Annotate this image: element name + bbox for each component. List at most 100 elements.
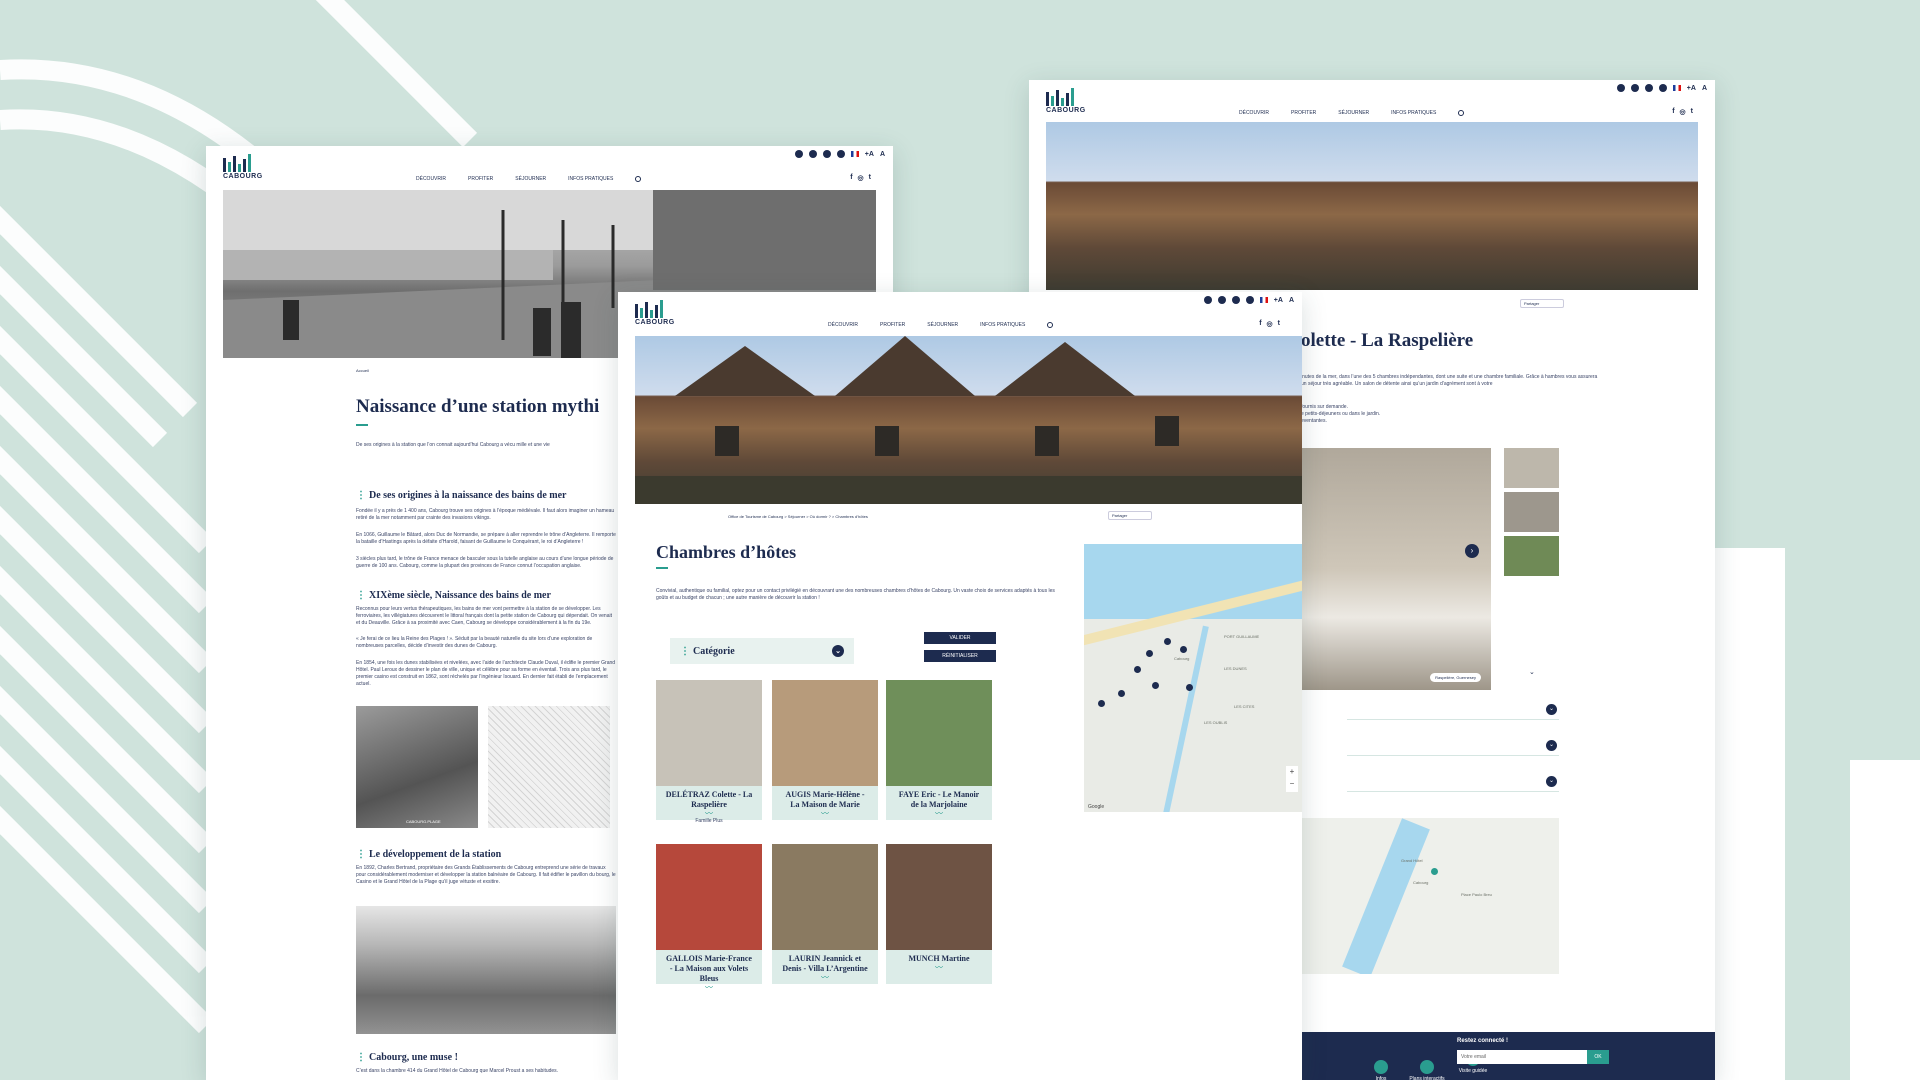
listing-card[interactable]: GALLOIS Marie-France - La Maison aux Vol… <box>656 844 762 992</box>
listing-name[interactable]: MUNCH Martine <box>886 950 992 964</box>
map-zoom-out-button[interactable]: − <box>1286 778 1298 790</box>
french-flag-icon[interactable] <box>850 151 859 157</box>
calendar-icon[interactable] <box>822 150 831 158</box>
facebook-icon[interactable]: f <box>1259 320 1261 328</box>
nav-item-sejourner[interactable]: SÉJOURNER <box>515 176 546 182</box>
gallery-thumb[interactable] <box>1504 536 1559 576</box>
nav-item-profiter[interactable]: PROFITER <box>1291 110 1316 116</box>
map-zoom-in-button[interactable]: + <box>1286 766 1298 778</box>
gallery-main-photo[interactable]: › Raspelière, Guernesey <box>1301 448 1491 690</box>
cabourg-logo[interactable]: CABOURG <box>635 300 675 326</box>
listing-card[interactable]: LAURIN Jeannick et Denis - Villa L’Argen… <box>772 844 878 984</box>
facebook-icon[interactable]: f <box>1672 108 1674 116</box>
listing-name[interactable]: LAURIN Jeannick et Denis - Villa L’Argen… <box>772 950 878 974</box>
nav-item-profiter[interactable]: PROFITER <box>880 322 905 328</box>
share-button[interactable]: Partager <box>1108 511 1152 520</box>
share-button[interactable]: Partager <box>1520 299 1564 308</box>
chevron-down-icon[interactable]: ⌄ <box>1529 668 1535 676</box>
nav-item-decouvrir[interactable]: DÉCOUVRIR <box>416 176 446 182</box>
nav-item-decouvrir[interactable]: DÉCOUVRIR <box>1239 110 1269 116</box>
nav-item-infos-pratiques[interactable]: INFOS PRATIQUES <box>568 176 613 182</box>
accessibility-icon[interactable] <box>836 150 845 158</box>
font-smaller-button[interactable]: A <box>1289 297 1294 304</box>
map-pin[interactable] <box>1152 682 1159 689</box>
listing-photo[interactable] <box>772 844 878 950</box>
map-pin[interactable] <box>1431 868 1438 875</box>
font-larger-button[interactable]: +A <box>1687 85 1696 92</box>
twitter-icon[interactable]: t <box>1691 108 1693 116</box>
search-icon[interactable] <box>1047 322 1054 328</box>
listing-name[interactable]: AUGIS Marie-Hélène - La Maison de Marie <box>772 786 878 810</box>
map-pin[interactable] <box>1164 638 1171 645</box>
listing-photo[interactable] <box>656 844 762 950</box>
font-smaller-button[interactable]: A <box>1702 85 1707 92</box>
listing-photo[interactable] <box>886 844 992 950</box>
camera-icon[interactable] <box>1616 84 1625 92</box>
bed-icon[interactable] <box>808 150 817 158</box>
map-pin[interactable] <box>1146 650 1153 657</box>
nav-item-sejourner[interactable]: SÉJOURNER <box>1338 110 1369 116</box>
search-icon[interactable] <box>1458 110 1465 116</box>
reset-button[interactable]: RÉINITIALISER <box>924 650 996 662</box>
instagram-icon[interactable]: ◎ <box>1267 320 1273 328</box>
search-icon[interactable] <box>635 176 642 182</box>
map-pin[interactable] <box>1186 684 1193 691</box>
gallery-thumb[interactable] <box>1504 448 1559 488</box>
camera-icon[interactable] <box>794 150 803 158</box>
listing-name[interactable]: FAYE Eric - Le Manoir de la Marjolaine <box>886 786 992 810</box>
breadcrumb[interactable]: Office de Tourisme de Cabourg > Séjourne… <box>728 514 868 519</box>
accordion-section[interactable]: ⌄ <box>1347 700 1559 720</box>
map-pin[interactable] <box>1098 700 1105 707</box>
facebook-icon[interactable]: f <box>850 174 852 182</box>
map-pin[interactable] <box>1134 666 1141 673</box>
font-larger-button[interactable]: +A <box>1274 297 1283 304</box>
listing-name[interactable]: GALLOIS Marie-France - La Maison aux Vol… <box>656 950 762 984</box>
map-pin[interactable] <box>1180 646 1187 653</box>
font-smaller-button[interactable]: A <box>880 151 885 158</box>
twitter-icon[interactable]: t <box>869 174 871 182</box>
listing-photo[interactable] <box>886 680 992 786</box>
nav-item-sejourner[interactable]: SÉJOURNER <box>927 322 958 328</box>
chevron-down-icon[interactable]: ⌄ <box>1546 776 1557 787</box>
nav-item-infos-pratiques[interactable]: INFOS PRATIQUES <box>1391 110 1436 116</box>
gallery-next-icon[interactable]: › <box>1465 544 1479 558</box>
nav-item-profiter[interactable]: PROFITER <box>468 176 493 182</box>
category-filter[interactable]: ⋮ Catégorie ⌄ <box>670 638 854 664</box>
map-pin[interactable] <box>1118 690 1125 697</box>
listing-map[interactable]: Grand Hôtel Cabourg Place Paulo Breu <box>1301 818 1559 974</box>
listing-photo[interactable] <box>656 680 762 786</box>
camera-icon[interactable] <box>1203 296 1212 304</box>
nav-item-infos-pratiques[interactable]: INFOS PRATIQUES <box>980 322 1025 328</box>
accordion-section[interactable]: ⌄ <box>1347 736 1559 756</box>
twitter-icon[interactable]: t <box>1278 320 1280 328</box>
chevron-down-icon[interactable]: ⌄ <box>832 645 844 657</box>
listing-photo[interactable] <box>772 680 878 786</box>
footer-link[interactable]: Infos <box>1359 1060 1403 1080</box>
listing-card[interactable]: AUGIS Marie-Hélène - La Maison de Marie 〰 <box>772 680 878 820</box>
french-flag-icon[interactable] <box>1672 85 1681 91</box>
instagram-icon[interactable]: ◎ <box>858 174 864 182</box>
cabourg-logo[interactable]: CABOURG <box>1046 88 1086 114</box>
bed-icon[interactable] <box>1630 84 1639 92</box>
accessibility-icon[interactable] <box>1245 296 1254 304</box>
nav-item-decouvrir[interactable]: DÉCOUVRIR <box>828 322 858 328</box>
instagram-icon[interactable]: ◎ <box>1680 108 1686 116</box>
chevron-down-icon[interactable]: ⌄ <box>1546 740 1557 751</box>
footer-link[interactable]: Plans interactifs <box>1405 1060 1449 1080</box>
calendar-icon[interactable] <box>1644 84 1653 92</box>
font-larger-button[interactable]: +A <box>865 151 874 158</box>
chevron-down-icon[interactable]: ⌄ <box>1546 704 1557 715</box>
newsletter-email-input[interactable]: Votre email <box>1457 1050 1587 1064</box>
listing-name[interactable]: DELÉTRAZ Colette - La Raspelière <box>656 786 762 810</box>
listing-card[interactable]: MUNCH Martine 〰 <box>886 844 992 984</box>
gallery-thumb[interactable] <box>1504 492 1559 532</box>
french-flag-icon[interactable] <box>1259 297 1268 303</box>
accessibility-icon[interactable] <box>1658 84 1667 92</box>
validate-button[interactable]: VALIDER <box>924 632 996 644</box>
cabourg-logo[interactable]: CABOURG <box>223 154 263 180</box>
calendar-icon[interactable] <box>1231 296 1240 304</box>
listings-map[interactable]: Cabourg LES DUNES LES OUBLIS LES CITES P… <box>1084 544 1302 812</box>
newsletter-submit-button[interactable]: OK <box>1587 1050 1609 1064</box>
accordion-section[interactable]: ⌄ <box>1347 772 1559 792</box>
breadcrumb[interactable]: Accueil <box>356 368 369 373</box>
